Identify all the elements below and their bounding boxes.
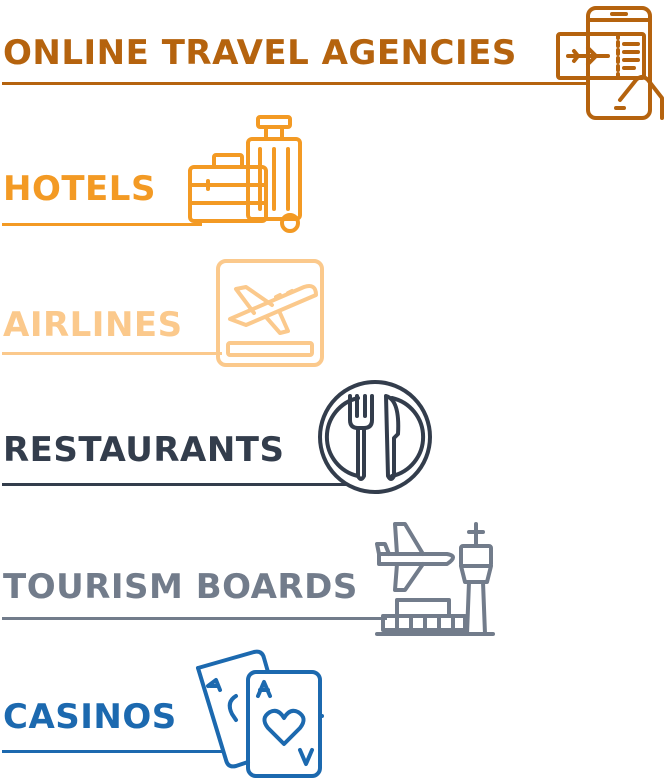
airport-tower-icon (375, 522, 495, 636)
category-label: ONLINE TRAVEL AGENCIES (3, 33, 517, 73)
playing-cards-icon (196, 649, 324, 778)
category-underline (2, 352, 222, 355)
category-hotels: HOTELS (0, 115, 670, 235)
airplane-departure-icon (216, 259, 324, 367)
luggage-icon (188, 115, 302, 233)
plate-cutlery-icon (318, 380, 432, 494)
category-label: AIRLINES (3, 305, 183, 345)
category-label: HOTELS (3, 169, 156, 209)
category-underline (2, 483, 347, 486)
category-label: RESTAURANTS (3, 430, 285, 470)
category-label: TOURISM BOARDS (3, 567, 358, 607)
category-online-travel-agencies: ONLINE TRAVEL AGENCIES (0, 0, 670, 125)
category-label: CASINOS (3, 697, 177, 737)
category-restaurants: RESTAURANTS (0, 375, 670, 500)
category-airlines: AIRLINES (0, 250, 670, 370)
category-underline (2, 82, 587, 85)
category-underline (2, 617, 387, 620)
category-underline (2, 223, 202, 226)
mobile-ticket-icon (556, 6, 664, 120)
category-underline (2, 750, 222, 753)
category-casinos: CASINOS (0, 645, 670, 779)
category-tourism-boards: TOURISM BOARDS (0, 510, 670, 640)
